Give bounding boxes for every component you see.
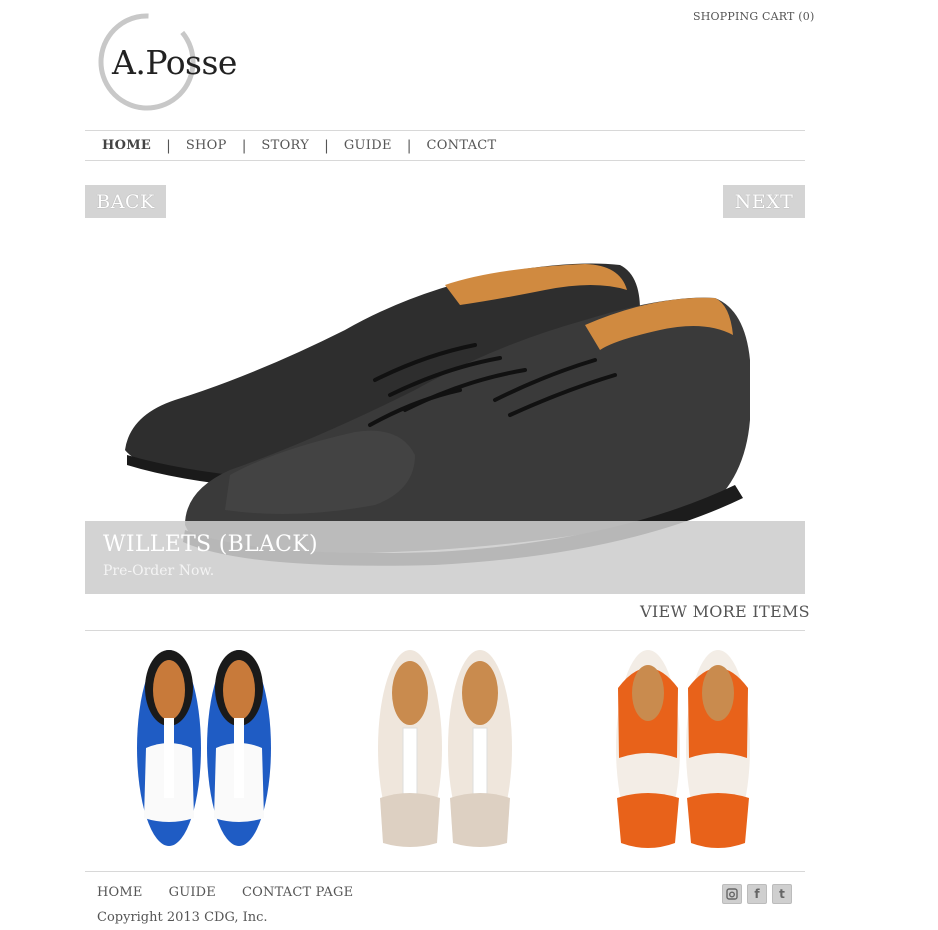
slider-back-button[interactable]: BACK (85, 185, 166, 218)
nav-separator: | (324, 137, 329, 154)
product-thumb-blue-shoes[interactable] (124, 648, 284, 853)
copyright-text: Copyright 2013 CDG, Inc. (97, 910, 268, 925)
main-nav: HOME | SHOP | STORY | GUIDE | CONTACT (85, 130, 805, 161)
nav-item-shop[interactable]: SHOP (186, 138, 227, 153)
facebook-icon[interactable]: f (747, 884, 767, 904)
footer-divider (85, 871, 805, 872)
view-more-items-link[interactable]: VIEW MORE ITEMS (640, 602, 810, 621)
nav-separator: | (406, 137, 412, 154)
nav-item-contact[interactable]: CONTACT (426, 138, 496, 153)
twitter-icon[interactable]: t (772, 884, 792, 904)
shopping-cart-link[interactable]: SHOPPING CART (0) (693, 10, 814, 23)
slider-next-button[interactable]: NEXT (723, 185, 805, 218)
footer-nav: HOME GUIDE CONTACT PAGE (97, 885, 353, 900)
nav-item-story[interactable]: STORY (261, 138, 309, 153)
footer-link-guide[interactable]: GUIDE (169, 885, 216, 900)
nav-item-home[interactable]: HOME (102, 138, 151, 153)
footer-link-contact-page[interactable]: CONTACT PAGE (242, 885, 353, 900)
instagram-icon[interactable] (722, 884, 742, 904)
slide-title[interactable]: WILLETS (BLACK) (103, 532, 318, 557)
logo-text: A.Posse (112, 43, 237, 82)
footer-link-home[interactable]: HOME (97, 885, 143, 900)
product-thumb-orange-shoes[interactable] (603, 648, 763, 853)
section-divider (85, 630, 805, 631)
nav-item-guide[interactable]: GUIDE (344, 138, 392, 153)
nav-separator: | (166, 137, 171, 154)
logo[interactable]: A.Posse (97, 12, 267, 116)
product-thumb-white-shoes[interactable] (365, 648, 525, 853)
nav-separator: | (241, 137, 247, 154)
slide-caption: WILLETS (BLACK) Pre-Order Now. (85, 521, 805, 594)
slide-subtitle: Pre-Order Now. (103, 563, 215, 579)
